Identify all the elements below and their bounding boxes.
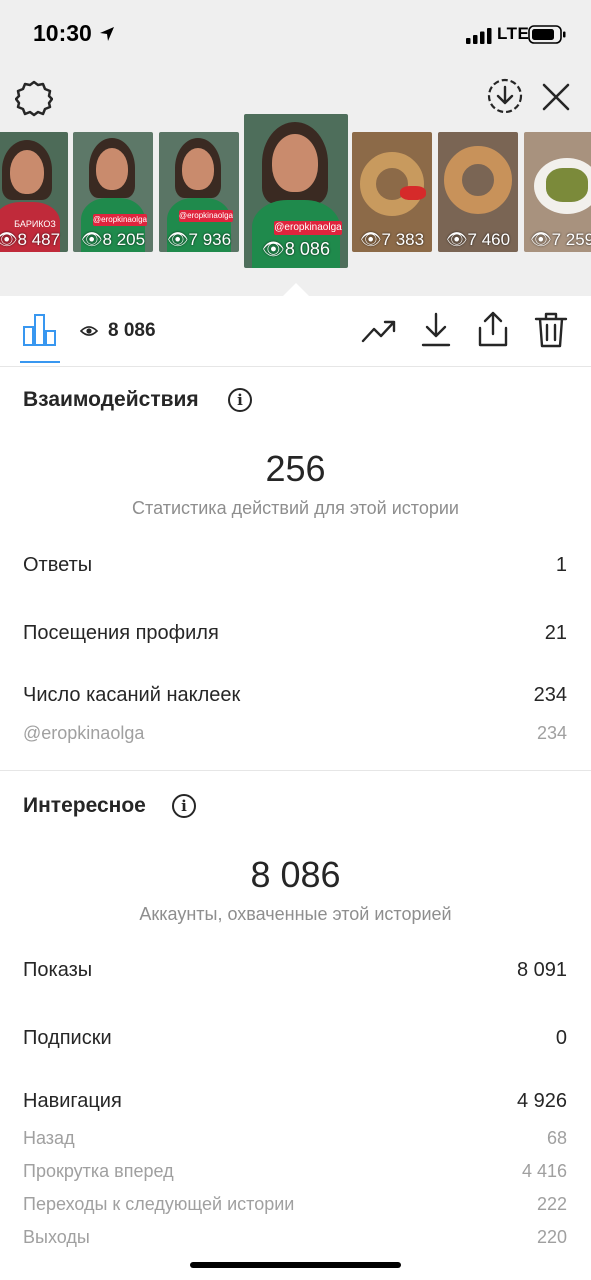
eye-icon [80,326,98,336]
share-icon[interactable] [476,310,510,348]
nav-next-story-label: Переходы к следующей истории [23,1194,295,1214]
story-thumb-tag: @eropkinaolga [179,210,233,222]
nav-exits-value: 220 [536,1227,567,1247]
network-type: LTE [497,24,530,43]
profile-visits-label: Посещения профиля [23,622,219,644]
story-thumb-views: 👁7 936 [166,230,232,249]
info-icon[interactable]: i [172,794,196,818]
profile-visits-value: 21 [544,622,567,644]
nav-back-label: Назад [23,1128,75,1148]
close-icon[interactable] [541,82,571,112]
nav-exits-label: Выходы [23,1227,90,1247]
info-icon[interactable]: i [228,388,252,412]
replies-value: 1 [555,554,567,576]
story-thumb-tag: @eropkinaolga [93,214,147,226]
navigation-value: 4 926 [516,1090,567,1112]
discovery-subtitle: Аккаунты, охваченные этой историей [139,904,452,924]
story-thumb-views: 👁8 086 [262,239,330,259]
story-thumbnail[interactable]: 👁7 383 [352,132,432,252]
sticker-taps-value: 234 [533,684,567,706]
story-thumb-views: 👁7 259 [530,230,591,249]
discovery-title: Интересное [23,794,146,817]
nav-forward-value: 4 416 [521,1161,567,1181]
story-thumb-views: 👁8 205 [80,230,146,249]
download-circle-icon[interactable] [486,77,524,115]
settings-gear-icon[interactable] [15,79,53,117]
story-thumb-views: 👁7 383 [359,230,425,249]
story-thumbnail[interactable]: 👁7 460 [438,132,518,252]
battery-icon [528,25,566,44]
interactions-title: Взаимодействия [23,388,199,411]
sticker-mention-label: @eropkinaolga [23,723,145,743]
interactions-total: 256 [265,448,326,489]
story-thumb-tag: @eropkinaolga [274,221,342,235]
interactions-subtitle: Статистика действий для этой истории [132,498,459,518]
download-icon[interactable] [420,312,452,348]
story-header: 10:30 LTE БАРИКОЗ 👁8 487 @eropkinaolga 👁… [0,0,591,296]
story-thumb-views: 👁8 487 [0,230,61,249]
nav-back-value: 68 [546,1128,567,1148]
trash-icon[interactable] [534,312,568,348]
story-stats-tabbar: 8 086 [0,296,591,367]
story-thumbnail-strip[interactable]: БАРИКОЗ 👁8 487 @eropkinaolga 👁8 205 @ero… [0,114,591,296]
bar-chart-icon[interactable] [22,313,58,347]
sticker-taps-label: Число касаний наклеек [23,684,241,706]
trending-icon[interactable] [361,317,397,345]
story-thumbnail[interactable]: БАРИКОЗ 👁8 487 [0,132,68,252]
discovery-total: 8 086 [250,854,341,895]
sticker-mention-value: 234 [536,723,567,743]
active-tab-indicator [20,361,60,363]
nav-next-story-value: 222 [536,1194,567,1214]
follows-value: 0 [555,1027,567,1049]
follows-label: Подписки [23,1027,112,1049]
replies-label: Ответы [23,554,93,576]
story-thumb-tag: БАРИКОЗ [14,219,56,229]
story-thumbnail[interactable]: 👁7 259 [524,132,591,252]
impressions-label: Показы [23,959,93,981]
nav-forward-label: Прокрутка вперед [23,1161,174,1181]
story-thumbnail-selected[interactable]: @eropkinaolga 👁8 086 [244,114,348,268]
navigation-label: Навигация [23,1090,122,1112]
story-thumbnail[interactable]: @eropkinaolga 👁7 936 [159,132,239,252]
status-time: 10:30 [33,20,92,46]
selected-story-pointer [283,283,309,296]
location-arrow-icon [100,27,114,41]
impressions-value: 8 091 [516,959,567,981]
story-views-count: 8 086 [108,320,156,341]
story-thumbnail[interactable]: @eropkinaolga 👁8 205 [73,132,153,252]
story-thumb-views: 👁7 460 [445,230,511,249]
status-bar: 10:30 LTE [0,0,591,70]
cellular-signal-icon [466,28,492,44]
section-divider [0,770,591,771]
home-indicator[interactable] [190,1262,401,1268]
